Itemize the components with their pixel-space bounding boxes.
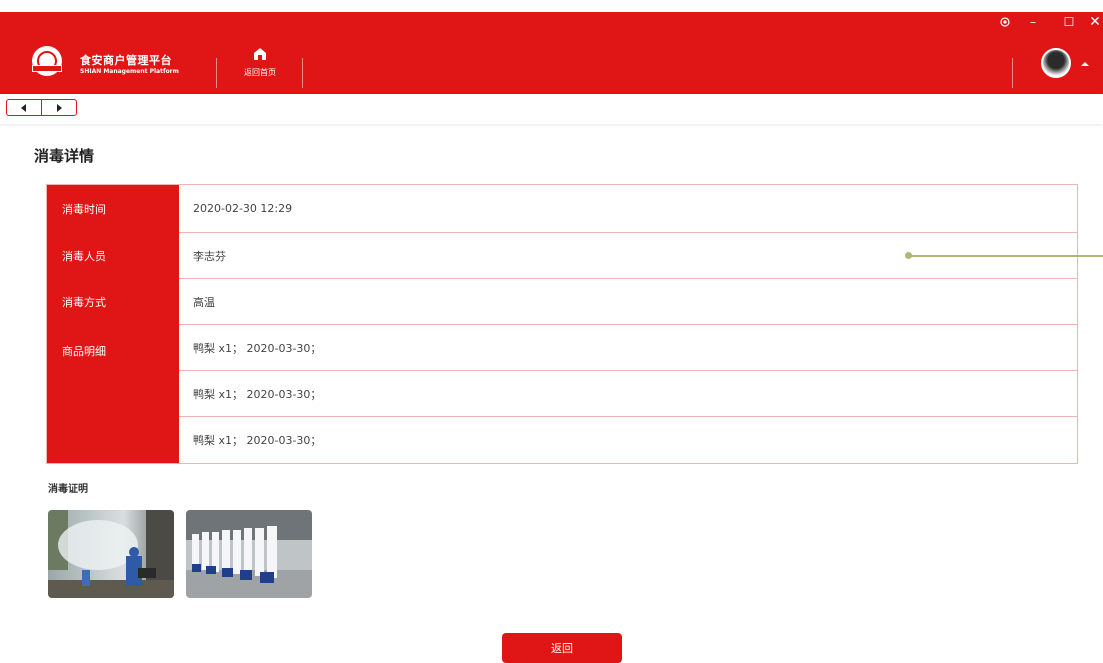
goods-item: 鸭梨 x1； 2020-03-30； <box>179 371 1077 417</box>
detail-label: 消毒人员 <box>47 233 179 279</box>
next-tab-button[interactable] <box>41 100 76 115</box>
detail-label: 消毒方式 <box>47 279 179 325</box>
caret-left-icon <box>21 103 26 112</box>
disinfection-detail-table: 消毒时间 2020-02-30 12:29 消毒人员 李志芬 消毒方式 高温 商… <box>46 184 1078 464</box>
detail-label: 消毒时间 <box>47 185 179 233</box>
title-bar-strip <box>0 0 1103 12</box>
header-divider <box>216 58 217 88</box>
app-header: 食安商户管理平台 SHIAN Management Platform 返回首页 <box>0 12 1103 94</box>
goods-detail-label: 商品明细 <box>47 325 179 463</box>
annotation-line <box>908 255 1103 257</box>
window-controls: – ☐ ✕ <box>995 14 1103 30</box>
platform-logo <box>32 46 62 76</box>
goods-item: 鸭梨 x1； 2020-03-30； <box>179 325 1077 371</box>
home-icon <box>254 48 266 60</box>
proof-title: 消毒证明 <box>48 484 88 495</box>
page-title: 消毒详情 <box>34 147 95 165</box>
brand-title: 食安商户管理平台 <box>80 54 172 67</box>
settings-icon[interactable] <box>995 14 1015 30</box>
caret-right-icon <box>57 103 62 112</box>
close-button[interactable]: ✕ <box>1087 14 1103 30</box>
caret-up-icon[interactable] <box>1080 60 1090 68</box>
header-divider <box>302 58 303 88</box>
prev-tab-button[interactable] <box>7 100 41 115</box>
nav-arrow-group <box>6 99 77 116</box>
disinfection-team-photo[interactable] <box>186 510 312 598</box>
detail-value: 高温 <box>179 279 1077 325</box>
home-button[interactable]: 返回首页 <box>236 46 284 88</box>
detail-row-time: 消毒时间 2020-02-30 12:29 <box>47 185 1077 233</box>
disinfection-spraying-photo[interactable] <box>48 510 174 598</box>
detail-value: 2020-02-30 12:29 <box>179 185 1077 233</box>
header-divider <box>1012 58 1013 88</box>
maximize-button[interactable]: ☐ <box>1051 14 1087 30</box>
annotation-dot <box>905 252 912 259</box>
tab-nav-bar <box>0 94 1103 124</box>
brand-subtitle: SHIAN Management Platform <box>80 68 179 75</box>
goods-item: 鸭梨 x1； 2020-03-30； <box>193 434 322 447</box>
home-label: 返回首页 <box>244 68 276 77</box>
user-avatar[interactable] <box>1041 48 1071 78</box>
detail-row-method: 消毒方式 高温 <box>47 279 1077 325</box>
minimize-button[interactable]: – <box>1015 14 1051 30</box>
